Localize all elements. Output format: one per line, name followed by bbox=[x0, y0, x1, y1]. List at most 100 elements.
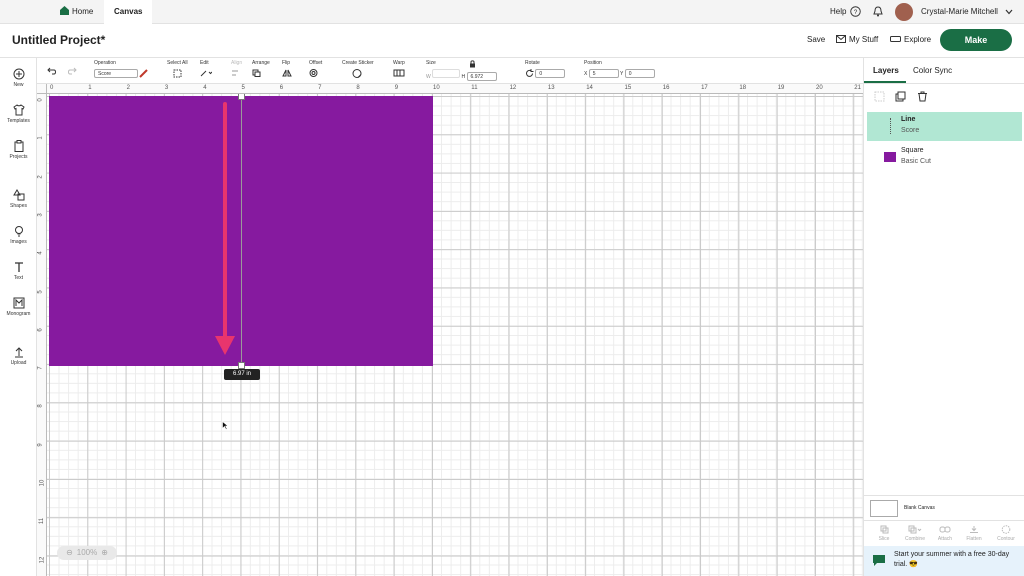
promo-text: Start your summer with a free 30-day tri… bbox=[894, 551, 1010, 568]
slice-button[interactable]: Slice bbox=[874, 525, 894, 542]
rotate-label: Rotate bbox=[525, 60, 540, 66]
rail-projects[interactable]: Projects bbox=[0, 140, 37, 160]
ruler-tick-label: 18 bbox=[739, 85, 747, 91]
explore-icon bbox=[890, 36, 901, 42]
tab-layers[interactable]: Layers bbox=[873, 66, 899, 75]
tab-canvas[interactable]: Canvas bbox=[104, 0, 153, 24]
chevron-down-icon[interactable] bbox=[1005, 9, 1013, 15]
slice-icon bbox=[880, 525, 888, 534]
tab-color-sync[interactable]: Color Sync bbox=[913, 66, 952, 75]
edit-group[interactable]: Edit bbox=[200, 60, 213, 79]
align-group[interactable]: Align bbox=[231, 60, 245, 79]
height-input[interactable]: 6.972 bbox=[466, 72, 497, 81]
tab-canvas-label: Canvas bbox=[114, 7, 143, 16]
my-stuff-button[interactable]: My Stuff bbox=[849, 35, 878, 44]
trash-icon[interactable] bbox=[917, 91, 928, 102]
contour-label: Contour bbox=[997, 536, 1015, 542]
sticker-icon bbox=[352, 69, 362, 78]
rail-upload[interactable]: Upload bbox=[0, 346, 37, 366]
user-name[interactable]: Crystal-Marie Mitchell bbox=[921, 7, 998, 16]
create-sticker-group[interactable]: Create Sticker bbox=[342, 60, 374, 80]
layer-name: Line bbox=[901, 116, 916, 123]
redo-icon[interactable] bbox=[67, 67, 77, 75]
attach-button[interactable]: Attach bbox=[934, 525, 956, 542]
app-tab-bar: Home Canvas Help ? Crystal-Marie Mitchel… bbox=[0, 0, 1024, 24]
shapes-icon bbox=[12, 189, 24, 201]
arrange-group[interactable]: Arrange bbox=[252, 60, 270, 79]
explore-button[interactable]: Explore bbox=[904, 35, 931, 44]
select-all-label: Select All bbox=[167, 60, 188, 66]
rail-new[interactable]: New bbox=[0, 68, 37, 88]
help-icon[interactable]: ? bbox=[850, 6, 861, 17]
ruler-corner bbox=[37, 84, 47, 94]
design-canvas[interactable]: 6.97 in 0 1 2 3 4 5 6 7 8 9 10 11 12 13 14 15 16 17 18 19 20… bbox=[37, 84, 863, 576]
ruler-tick-label: 9 bbox=[37, 443, 44, 447]
ruler-tick-label: 4 bbox=[37, 251, 44, 255]
lock-icon[interactable] bbox=[469, 60, 476, 68]
x-label: X bbox=[584, 71, 588, 77]
resize-handle-top[interactable] bbox=[238, 93, 245, 100]
ruler-tick-label: 12 bbox=[509, 85, 517, 91]
pen-color-icon[interactable] bbox=[139, 69, 149, 78]
resize-handle[interactable] bbox=[238, 362, 245, 369]
flatten-button[interactable]: Flatten bbox=[963, 525, 985, 542]
tab-home[interactable]: Home bbox=[50, 0, 103, 24]
ruler-tick-label: 12 bbox=[39, 556, 46, 563]
make-button[interactable]: Make bbox=[940, 29, 1012, 51]
flip-icon bbox=[282, 69, 292, 77]
y-value: 0 bbox=[628, 71, 632, 77]
zoom-in-icon[interactable]: ⊕ bbox=[101, 548, 108, 557]
ruler-tick-label: 7 bbox=[318, 85, 322, 91]
contour-button[interactable]: Contour bbox=[993, 525, 1019, 542]
combine-label: Combine bbox=[904, 536, 925, 542]
promo-banner[interactable]: Start your summer with a free 30-day tri… bbox=[864, 546, 1024, 576]
create-sticker-label: Create Sticker bbox=[342, 60, 374, 66]
blank-canvas-swatch[interactable] bbox=[870, 500, 898, 517]
group-icon[interactable] bbox=[874, 91, 885, 102]
zoom-level: 100% bbox=[76, 548, 98, 557]
ruler-tick-label: 5 bbox=[37, 289, 44, 294]
size-label: Size bbox=[426, 60, 436, 66]
undo-icon[interactable] bbox=[47, 67, 57, 75]
divider bbox=[864, 520, 1024, 521]
zoom-out-icon[interactable]: ⊖ bbox=[66, 548, 73, 557]
select-all-group[interactable]: Select All bbox=[167, 60, 188, 80]
rotate-input[interactable]: 0 bbox=[535, 69, 566, 78]
operation-select[interactable]: Score bbox=[94, 69, 138, 78]
rail-templates[interactable]: Templates bbox=[0, 104, 37, 124]
layer-row[interactable]: Square Basic Cut bbox=[867, 143, 1022, 172]
contour-icon bbox=[1001, 525, 1011, 534]
ruler-tick-label: 1 bbox=[88, 85, 92, 91]
avatar[interactable] bbox=[895, 3, 913, 21]
rail-shapes-label: Shapes bbox=[10, 203, 27, 209]
x-input[interactable]: 5 bbox=[588, 69, 619, 78]
lightbulb-icon bbox=[14, 226, 23, 237]
score-line[interactable] bbox=[241, 96, 242, 364]
combine-button[interactable]: Combine bbox=[901, 525, 929, 542]
ruler-tick-label: 5 bbox=[241, 85, 245, 91]
layer-row[interactable]: Line Score bbox=[867, 112, 1022, 141]
rail-shapes[interactable]: Shapes bbox=[0, 189, 37, 209]
project-title[interactable]: Untitled Project* bbox=[12, 33, 105, 47]
chat-icon bbox=[873, 555, 885, 566]
shirt-icon bbox=[12, 104, 25, 116]
width-input[interactable] bbox=[432, 69, 461, 78]
help-link[interactable]: Help bbox=[830, 7, 846, 16]
project-header: Untitled Project* Save My Stuff Explore … bbox=[0, 24, 1024, 58]
rail-text[interactable]: Text bbox=[0, 261, 37, 281]
edit-toolbar: Operation Score Select All Edit Align Ar… bbox=[37, 58, 863, 84]
zoom-control[interactable]: ⊖ 100% ⊕ bbox=[57, 546, 117, 560]
ruler-tick-label: 1 bbox=[37, 136, 44, 140]
rail-images[interactable]: Images bbox=[0, 225, 37, 245]
flip-group[interactable]: Flip bbox=[282, 60, 296, 79]
rail-monogram[interactable]: Monogram bbox=[0, 297, 37, 317]
clipboard-icon bbox=[14, 140, 23, 152]
ruler-tick-label: 6 bbox=[37, 328, 44, 332]
bell-icon[interactable] bbox=[873, 6, 883, 17]
y-label: Y bbox=[620, 71, 624, 77]
warp-group[interactable]: Warp bbox=[393, 60, 409, 79]
y-input[interactable]: 0 bbox=[624, 69, 655, 78]
save-button[interactable]: Save bbox=[807, 35, 825, 44]
offset-group[interactable]: Offset bbox=[309, 60, 323, 79]
duplicate-icon[interactable] bbox=[895, 91, 906, 102]
